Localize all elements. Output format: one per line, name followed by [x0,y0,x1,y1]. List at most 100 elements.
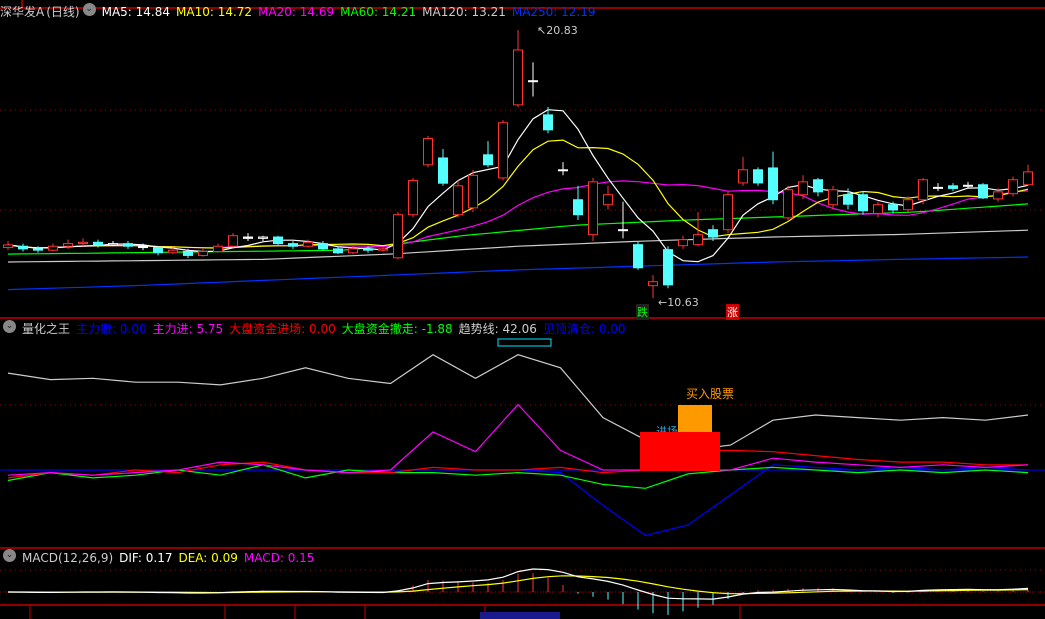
candle-up [258,236,268,239]
candle-up [723,194,733,231]
buy-stock-label: 买入股票 [686,387,735,401]
macd-title: MACD(12,26,9) [22,551,114,565]
candle-down [753,169,763,184]
candle-up [498,122,508,179]
ma-legend: MA5: 14.84 MA10: 14.72 MA20: 14.69 MA60: 14… [102,3,602,21]
candle-up [213,245,223,252]
candle-down [843,194,853,205]
candle-up [78,241,88,245]
indicator-legend-item-5: 见顶清仓: 0.00 [542,322,626,336]
candle-up [828,189,838,206]
chevron-down-icon[interactable]: ⌄ [3,549,16,562]
candle-down [318,243,328,250]
low-price-label: ←10.63 [658,296,699,309]
indicator-legend-item-3: 大盘资金撤走: -1.88 [341,322,453,336]
ma-legend-item-3: MA60: 14.21 [340,5,417,19]
candle-up [348,248,358,254]
period-label: (日线) [46,5,80,19]
candle-down [153,247,163,254]
candle-down [858,194,868,212]
candle-up [798,181,808,196]
candle-up [48,245,58,251]
ma20-line [7,180,1029,249]
candle-up [423,138,433,166]
stock-name: 深华发A [0,5,45,19]
macd-dif: DIF: 0.17 [119,551,173,565]
trend-line [7,353,1029,452]
candle-up [933,186,943,189]
indicator-legend-item-1: 主力进: 5.75 [152,322,224,336]
market-in-line [7,449,1028,479]
candle-down [363,248,373,251]
candle-up [693,234,703,246]
ma-legend-item-1: MA10: 14.72 [176,5,253,19]
candle-down [93,241,103,246]
candle-up [393,214,403,259]
candle-down [243,236,253,239]
highlight-box [497,338,552,347]
candle-up [228,235,238,247]
high-price: 20.83 [546,24,578,37]
candle-down [558,169,568,172]
indicator-legend-item-4: 趋势线: 42.06 [458,322,537,336]
candle-up [903,199,913,211]
chart-canvas[interactable] [0,0,1045,619]
ma-legend-item-4: MA120: 13.21 [422,5,506,19]
candle-up [603,194,613,206]
ma250-line [7,256,1029,291]
main-header: 深华发A (日线) ⌄ MA5: 14.84 MA10: 14.72 MA20: 1… [0,3,608,21]
candle-up [108,243,118,246]
chevron-down-icon[interactable]: ⌄ [3,320,16,333]
macd-value: MACD: 0.15 [243,551,315,565]
indicator-name: 量化之王 [22,322,71,336]
signal-down-label: 跌 [636,304,649,320]
candle-up [408,180,418,216]
candle-up [513,49,523,106]
high-price-label: ↖20.83 [537,24,578,37]
candle-up [3,244,13,249]
candle-up [783,189,793,219]
candle-down [483,154,493,166]
candle-down [288,243,298,247]
candle-down [138,245,148,249]
candle-up [648,281,658,287]
macd-dea: DEA: 0.09 [178,551,238,565]
ma-legend-item-5: MA250: 12.19 [511,5,596,19]
candle-up [1023,171,1033,186]
candle-up [168,249,178,254]
candle-down [33,248,43,251]
candle-up [1008,179,1018,195]
candle-up [738,169,748,184]
candle-up [63,243,73,247]
candle-up [588,181,598,236]
ma-legend-item-0: MA5: 14.84 [101,5,171,19]
candle-down [573,199,583,216]
candle-down [123,243,133,247]
candle-down [183,250,193,256]
main-out-line [8,464,1029,537]
candle-down [768,167,778,201]
indicator-legend: 主力撤: 0.00 主力进: 5.75 大盘资金进场: 0.00 大盘资金撤走: -1… [76,320,631,338]
chevron-down-icon[interactable]: ⌄ [82,3,96,16]
candle-up [198,250,208,256]
candle-down [663,249,673,286]
ma5-line [7,109,1029,263]
buy-signal-block [678,405,712,432]
time-cursor-box [480,612,560,619]
indicator-legend-item-0: 主力撤: 0.00 [76,322,147,336]
ma-legend-item-2: MA20: 14.69 [258,5,335,19]
candle-up [993,191,1003,200]
candle-down [333,248,343,254]
candle-down [273,236,283,245]
candle-up [378,248,388,251]
candle-down [888,204,898,211]
candle-down [978,184,988,199]
ma10-line [7,139,1029,249]
entry-signal-block [640,432,720,471]
signal-up-label: 涨 [726,304,739,320]
candle-up [618,229,628,232]
candle-up [468,174,478,209]
candle-up [963,184,973,187]
indicator-legend-item-2: 大盘资金进场: 0.00 [229,322,336,336]
candle-down [528,80,538,83]
